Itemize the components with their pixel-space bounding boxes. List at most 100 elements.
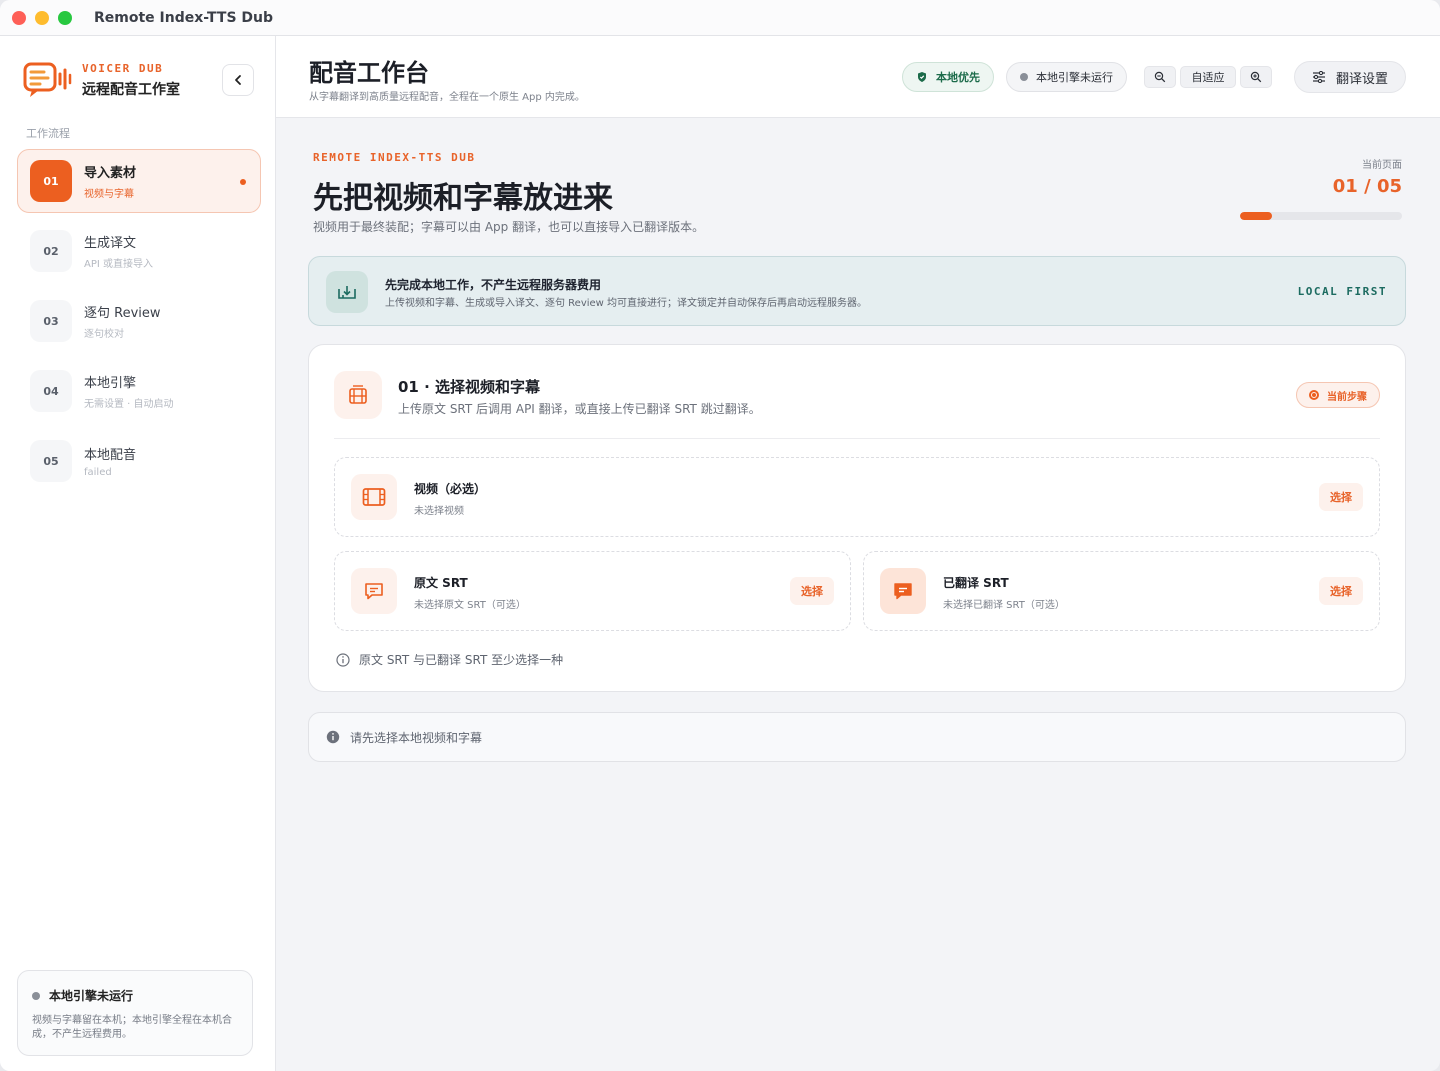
download-tray-icon [338,286,356,299]
slot-icon-box [880,568,926,614]
step-number: 04 [30,370,72,412]
subtitle-filled-icon [894,583,912,600]
source-srt-upload-slot[interactable]: 原文 SRT 未选择原文 SRT（可选） 选择 [334,551,851,631]
video-upload-slot[interactable]: 视频（必选） 未选择视频 选择 [334,457,1380,537]
step-subtitle: 视频与字幕 [84,189,134,200]
card-title: 01 · 选择视频和字幕 [398,378,541,396]
subtitle-icon [365,583,383,600]
brand-name-cn: 远程配音工作室 [82,81,180,98]
film-icon [349,385,367,404]
step-subtitle: 无需设置 · 自动启动 [84,399,174,410]
card-divider [334,438,1380,439]
zoom-controls: 自适应 [1144,66,1272,88]
select-media-card: 01 · 选择视频和字幕 上传原文 SRT 后调用 API 翻译，或直接上传已翻… [308,344,1406,692]
sidebar-step-engine[interactable]: 04 本地引擎 无需设置 · 自动启动 [17,359,261,423]
step-title: 逐句 Review [84,306,161,321]
select-video-button[interactable]: 选择 [1319,483,1363,511]
step-number: 03 [30,300,72,342]
info-filled-icon [326,730,340,744]
traffic-lights [12,10,72,25]
engine-status-card: 本地引擎未运行 视频与字幕留在本机；本地引擎全程在本机合成，不产生远程费用。 [17,970,253,1056]
step-subtitle: failed [84,467,112,478]
brand-name-en: VOICER DUB [82,61,164,75]
sidebar-step-dub[interactable]: 05 本地配音 failed [17,429,261,493]
status-message: 请先选择本地视频和字幕 [308,712,1406,762]
zoom-window-button[interactable] [58,10,72,25]
zoom-out-button[interactable] [1144,66,1176,88]
minimize-window-button[interactable] [35,10,49,25]
status-text: 请先选择本地视频和字幕 [350,730,483,745]
hero-title: 先把视频和字幕放进来 [313,181,613,216]
translated-srt-title: 已翻译 SRT [943,576,1009,590]
select-translated-srt-button[interactable]: 选择 [1319,577,1363,605]
window-title: Remote Index-TTS Dub [94,9,274,26]
translation-settings-button[interactable]: 翻译设置 [1294,61,1406,93]
sidebar-step-import[interactable]: 01 导入素材 视频与字幕 [17,149,261,213]
step-number: 01 [30,160,72,202]
engine-status-desc: 视频与字幕留在本机；本地引擎全程在本机合成，不产生远程费用。 [32,1015,232,1040]
current-step-badge: 当前步骤 [1296,382,1380,408]
page-title: 配音工作台 [309,59,429,87]
local-first-badge[interactable]: 本地优先 [902,62,994,92]
info-icon [336,652,350,667]
video-slot-title: 视频（必选） [414,482,487,496]
zoom-out-icon [1154,71,1166,83]
source-srt-title: 原文 SRT [414,576,468,590]
step-subtitle: API 或直接导入 [84,259,153,270]
slot-icon-box [351,568,397,614]
main-area: 配音工作台 从字幕翻译到高质量远程配音，全程在一个原生 App 内完成。 本地优… [276,36,1440,1071]
translated-srt-status: 未选择已翻译 SRT（可选） [943,600,1065,611]
notice-tag: LOCAL FIRST [1297,285,1387,298]
engine-status-label: 本地引擎未运行 [1036,71,1113,84]
step-title: 导入素材 [84,166,137,181]
close-window-button[interactable] [12,10,26,25]
notice-desc: 上传视频和字幕、生成或导入译文、逐句 Review 均可直接进行；译文锁定并自动… [385,298,868,309]
video-slot-status: 未选择视频 [414,506,464,517]
engine-status-pill[interactable]: 本地引擎未运行 [1006,62,1127,92]
current-step-label: 当前步骤 [1327,391,1367,403]
step-number: 05 [30,440,72,482]
fit-zoom-button[interactable]: 自适应 [1180,66,1236,88]
local-first-label: 本地优先 [936,71,980,84]
top-bar: 配音工作台 从字幕翻译到高质量远程配音，全程在一个原生 App 内完成。 本地优… [276,36,1440,118]
step-title: 本地配音 [84,448,137,463]
workflow-section-label: 工作流程 [26,127,70,140]
engine-status-dot [1020,73,1028,81]
app-window: Remote Index-TTS Dub VOICER DUB 远程配音工作室 … [0,0,1440,1071]
chevron-left-icon [235,75,241,85]
translated-srt-upload-slot[interactable]: 已翻译 SRT 未选择已翻译 SRT（可选） 选择 [863,551,1380,631]
progress-bar [1240,212,1402,220]
target-icon [1309,390,1319,400]
settings-label: 翻译设置 [1335,71,1388,87]
voicer-logo-icon [23,62,72,97]
zoom-in-button[interactable] [1240,66,1272,88]
workflow-steps: 01 导入素材 视频与字幕 02 生成译文 API 或直接导入 03 逐句 Re… [17,149,261,499]
srt-requirement-hint: 原文 SRT 与已翻译 SRT 至少选择一种 [336,651,563,668]
select-source-srt-button[interactable]: 选择 [790,577,834,605]
title-bar: Remote Index-TTS Dub [0,0,1440,36]
engine-status-title: 本地引擎未运行 [49,989,134,1003]
progress-value: 01 / 05 [1332,176,1402,197]
slot-icon-box [351,474,397,520]
sliders-icon [1312,71,1325,83]
card-subtitle: 上传原文 SRT 后调用 API 翻译，或直接上传已翻译 SRT 跳过翻译。 [398,402,761,416]
active-step-indicator [240,179,246,185]
engine-status-dot [32,991,40,1000]
step-number: 02 [30,230,72,272]
notice-icon-box [326,271,368,313]
card-icon-box [334,371,382,419]
notice-title: 先完成本地工作，不产生远程服务器费用 [385,278,602,292]
progress-fill [1240,212,1273,220]
progress-label: 当前页面 [1362,160,1402,171]
step-title: 本地引擎 [84,376,137,391]
sidebar-step-review[interactable]: 03 逐句 Review 逐句校对 [17,289,261,353]
hint-text: 原文 SRT 与已翻译 SRT 至少选择一种 [359,653,564,667]
sidebar-step-translate[interactable]: 02 生成译文 API 或直接导入 [17,219,261,283]
hero-eyebrow: REMOTE INDEX-TTS DUB [313,151,476,164]
hero-subtitle: 视频用于最终装配；字幕可以由 App 翻译，也可以直接导入已翻译版本。 [313,220,705,234]
collapse-sidebar-button[interactable] [222,64,254,96]
page-subtitle: 从字幕翻译到高质量远程配音，全程在一个原生 App 内完成。 [309,92,585,103]
step-title: 生成译文 [84,236,137,251]
zoom-in-icon [1250,71,1262,83]
local-first-notice: 先完成本地工作，不产生远程服务器费用 上传视频和字幕、生成或导入译文、逐句 Re… [308,256,1406,326]
